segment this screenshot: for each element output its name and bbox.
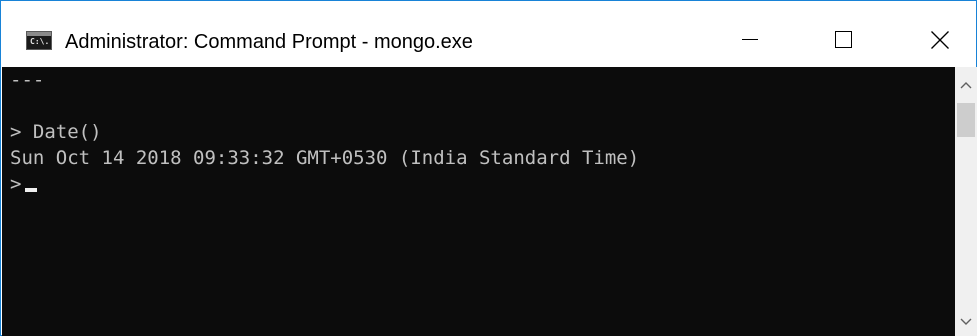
minimize-icon (742, 39, 758, 40)
chevron-up-icon (960, 82, 972, 89)
scroll-down-button[interactable] (955, 308, 977, 336)
maximize-button[interactable] (811, 18, 877, 62)
scroll-up-button[interactable] (955, 67, 977, 101)
vertical-scrollbar[interactable] (955, 67, 977, 336)
command-prompt-window: C:\. Administrator: Command Prompt - mon… (0, 0, 977, 336)
maximize-icon (835, 31, 852, 48)
chevron-down-icon (960, 318, 972, 325)
title-bar[interactable]: C:\. Administrator: Command Prompt - mon… (1, 1, 976, 67)
console-lines: --- > Date() Sun Oct 14 2018 09:33:32 GM… (10, 67, 639, 197)
text-cursor (25, 188, 38, 192)
minimize-button[interactable] (717, 18, 783, 62)
scroll-thumb[interactable] (957, 103, 975, 137)
console-prompt-line[interactable]: > (10, 171, 639, 197)
close-button[interactable] (906, 18, 972, 62)
close-icon (931, 31, 949, 49)
console-output[interactable]: --- > Date() Sun Oct 14 2018 09:33:32 GM… (2, 67, 955, 336)
prompt-symbol: > (10, 173, 22, 195)
command-prompt-icon[interactable]: C:\. (26, 31, 52, 50)
console-line: > Date() (10, 121, 102, 143)
console-line: Sun Oct 14 2018 09:33:32 GMT+0530 (India… (10, 147, 640, 169)
window-title: Administrator: Command Prompt - mongo.ex… (65, 31, 473, 53)
console-line: --- (10, 69, 45, 91)
